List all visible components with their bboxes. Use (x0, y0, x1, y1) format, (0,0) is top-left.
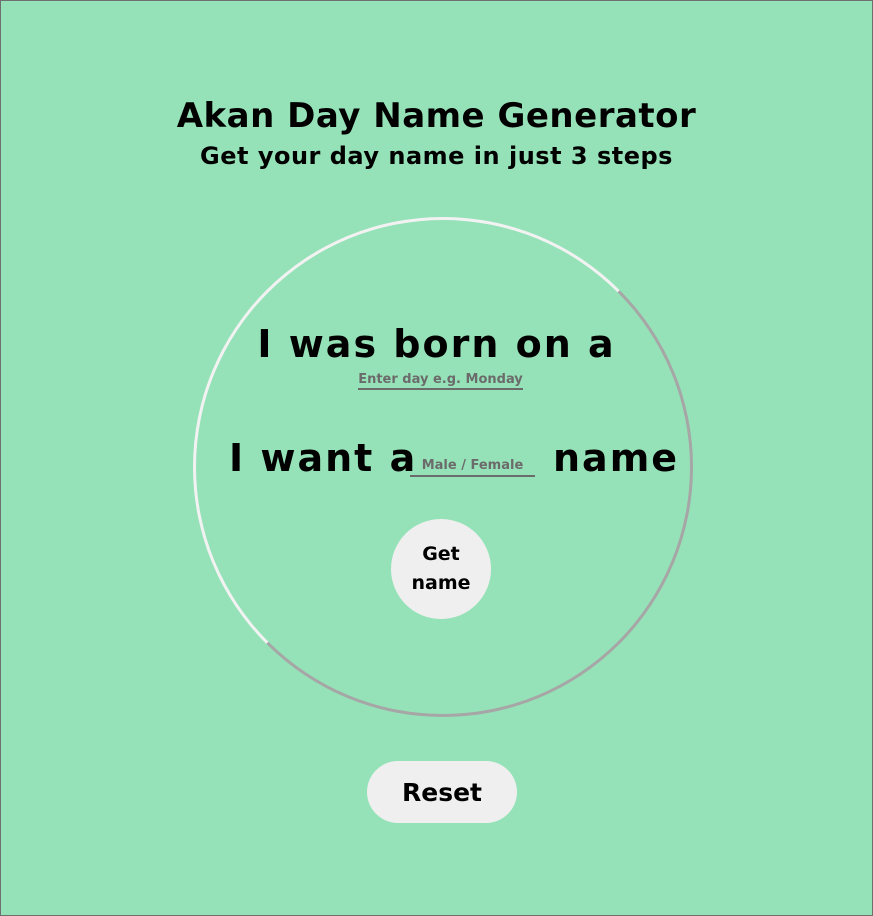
name-label: name (553, 436, 680, 480)
page-subtitle: Get your day name in just 3 steps (200, 142, 673, 170)
day-input[interactable] (358, 370, 523, 390)
get-name-button[interactable]: Get name (391, 519, 491, 619)
born-on-label: I was born on a (257, 322, 616, 366)
page-title: Akan Day Name Generator (176, 96, 697, 136)
page: Akan Day Name Generator Get your day nam… (0, 0, 873, 916)
reset-button[interactable]: Reset (367, 761, 517, 823)
gender-input[interactable] (410, 456, 535, 477)
want-label: I want a (229, 436, 418, 480)
